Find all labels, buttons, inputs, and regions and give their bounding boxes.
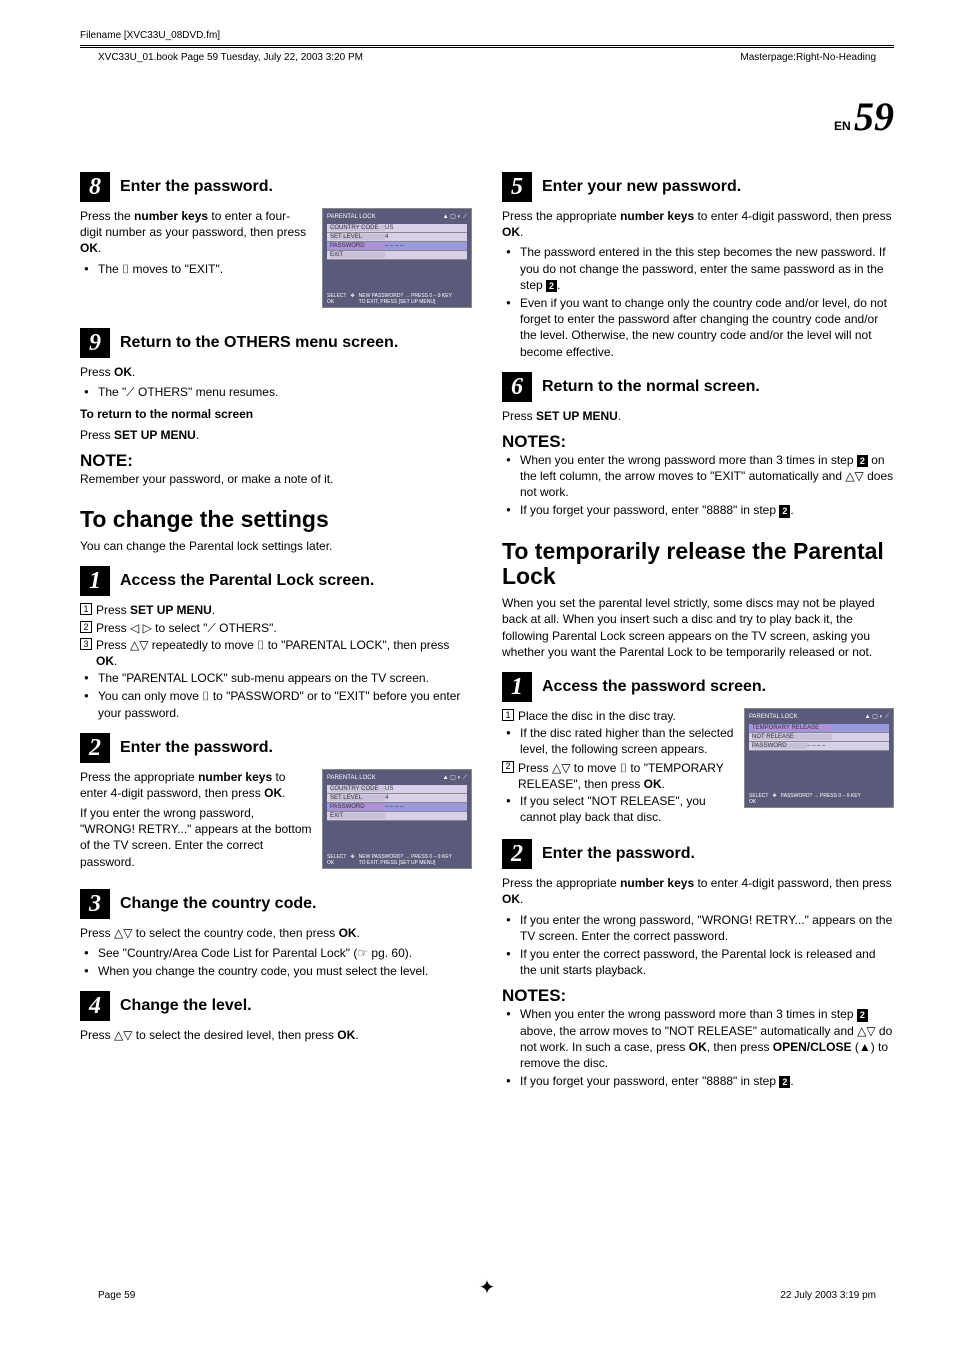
step-8-body: Press the number keys to enter a four-di… xyxy=(80,208,312,279)
temp-intro: When you set the parental level strictly… xyxy=(502,595,894,660)
step-title: Return to the OTHERS menu screen. xyxy=(120,334,398,352)
step-number-1: 1 xyxy=(502,672,532,702)
footer-line: Page 59 22 July 2003 3:19 pm xyxy=(98,1290,876,1301)
hr-top xyxy=(80,45,894,48)
step-title: Change the country code. xyxy=(120,895,316,913)
notes1-body: When you enter the wrong password more t… xyxy=(502,452,894,519)
tv-icons: ▲ ▢ ◐ ⟋ xyxy=(865,713,889,721)
right-column: 5 Enter your new password. Press the app… xyxy=(502,160,894,1091)
ts2-body: Press the appropriate number keys to ent… xyxy=(502,875,894,978)
step-ref-2-icon: 2 xyxy=(857,1009,868,1021)
tv-screenshot-1: PARENTAL LOCK▲ ▢ ◐ ⟋ COUNTRY CODEUS SET … xyxy=(322,208,472,308)
book-info: XVC33U_01.book Page 59 Tuesday, July 22,… xyxy=(98,52,363,63)
substep-2-icon: 2 xyxy=(502,761,514,773)
substep-1-icon: 1 xyxy=(502,709,514,721)
cs1-body: 1Press SET UP MENU. 2Press ◁ ▷ to select… xyxy=(80,602,472,720)
substep-1-icon: 1 xyxy=(80,603,92,615)
step-title: Enter your new password. xyxy=(542,178,741,196)
step-ref-2-icon: 2 xyxy=(857,455,868,467)
cs3-body: Press △▽ to select the country code, the… xyxy=(80,925,472,980)
step-title: Enter the password. xyxy=(542,845,695,863)
note-heading: NOTE: xyxy=(80,451,472,471)
section-intro: You can change the Parental lock setting… xyxy=(80,538,472,554)
step-number-1: 1 xyxy=(80,566,110,596)
step-number-5: 5 xyxy=(502,172,532,202)
step-title: Change the level. xyxy=(120,997,252,1015)
s5-body: Press the appropriate number keys to ent… xyxy=(502,208,894,360)
step-number-2: 2 xyxy=(80,733,110,763)
en-label: EN xyxy=(834,119,851,133)
section-temp-release: To temporarily release the Parental Lock xyxy=(502,539,894,590)
page-content: Filename [XVC33U_08DVD.fm] XVC33U_01.boo… xyxy=(80,30,894,1321)
substep-2-icon: 2 xyxy=(80,621,92,633)
left-column: 8 Enter the password. Press the number k… xyxy=(80,160,472,1091)
step-number-4: 4 xyxy=(80,991,110,1021)
s6-body: Press SET UP MENU. xyxy=(502,408,894,424)
step-number-3: 3 xyxy=(80,889,110,919)
footer-page: Page 59 xyxy=(98,1290,135,1301)
page-number-block: EN 59 xyxy=(80,93,894,140)
step-ref-2-icon: 2 xyxy=(779,1076,790,1088)
section-change-settings: To change the settings xyxy=(80,507,472,532)
step-number-2: 2 xyxy=(502,839,532,869)
masterpage-label: Masterpage:Right-No-Heading xyxy=(740,52,876,63)
notes-heading: NOTES: xyxy=(502,432,894,452)
step-title: Access the password screen. xyxy=(542,678,766,696)
step-title: Return to the normal screen. xyxy=(542,378,760,396)
cs2-body: Press the appropriate number keys to ent… xyxy=(80,769,312,874)
page-number: 59 xyxy=(854,94,894,139)
doc-filename: Filename [XVC33U_08DVD.fm] xyxy=(80,30,894,41)
ts1-body: 1Place the disc in the disc tray. If the… xyxy=(502,708,734,827)
step-title: Enter the password. xyxy=(120,739,273,757)
substep-3-icon: 3 xyxy=(80,638,92,650)
step-ref-2-icon: 2 xyxy=(546,280,557,292)
step-number-8: 8 xyxy=(80,172,110,202)
step-number-6: 6 xyxy=(502,372,532,402)
step-title: Access the Parental Lock screen. xyxy=(120,572,374,590)
footer-date: 22 July 2003 3:19 pm xyxy=(780,1290,876,1301)
step-title: Enter the password. xyxy=(120,178,273,196)
step-9-body: Press OK. The "⟋ OTHERS" menu resumes. T… xyxy=(80,364,472,443)
step-number-9: 9 xyxy=(80,328,110,358)
notes-heading: NOTES: xyxy=(502,986,894,1006)
tv-screenshot-2: PARENTAL LOCK▲ ▢ ◐ ⟋ COUNTRY CODEUS SET … xyxy=(322,769,472,869)
tv-icons: ▲ ▢ ◐ ⟋ xyxy=(443,213,467,221)
step-ref-2-icon: 2 xyxy=(779,505,790,517)
header-line: XVC33U_01.book Page 59 Tuesday, July 22,… xyxy=(80,52,894,63)
tv-screenshot-3: PARENTAL LOCK▲ ▢ ◐ ⟋ TEMPORARY RELEASE N… xyxy=(744,708,894,808)
tv-icons: ▲ ▢ ◐ ⟋ xyxy=(443,774,467,782)
notes2-body: When you enter the wrong password more t… xyxy=(502,1006,894,1089)
cs4-body: Press △▽ to select the desired level, th… xyxy=(80,1027,472,1043)
note-text: Remember your password, or make a note o… xyxy=(80,471,472,487)
